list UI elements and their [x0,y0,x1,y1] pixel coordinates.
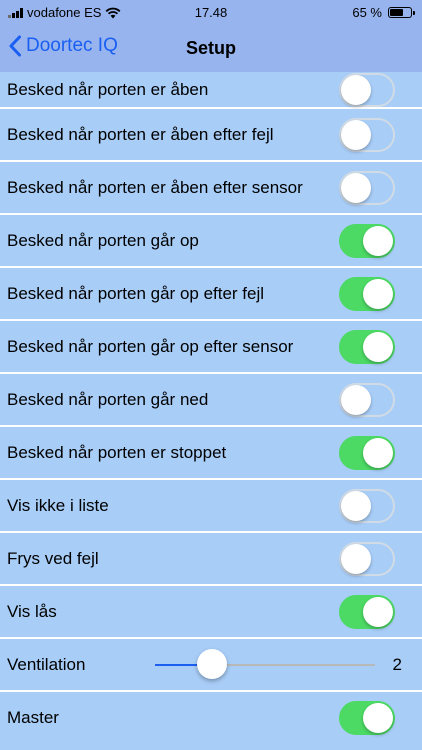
setting-label: Besked når porten er åben efter fejl [7,124,274,144]
setting-toggle[interactable] [339,329,395,364]
navigation-bar: Doortec IQ Setup [0,26,422,72]
setting-row: Frys ved fejl [0,533,422,586]
setting-label: Besked når porten er åben efter sensor [7,177,303,197]
status-bar: vodafone ES 17.48 65 % [0,0,422,26]
setting-toggle[interactable] [339,541,395,576]
setting-toggle[interactable] [339,223,395,258]
battery-icon [388,7,415,18]
toggle-knob [363,596,393,627]
setting-row: Ventilation 2 [0,639,422,692]
setting-toggle[interactable] [339,382,395,417]
setting-label: Besked når porten er åben [7,79,209,99]
setting-toggle[interactable] [339,170,395,205]
page-title: Setup [185,38,236,58]
setting-toggle[interactable] [339,72,395,107]
setting-row: Besked når porten går ned [0,374,422,427]
slider-thumb[interactable] [197,648,228,679]
setting-row: Besked når porten går op efter sensor [0,321,422,374]
toggle-knob [341,119,371,150]
setting-row: Besked når porten er åben efter fejl [0,109,422,162]
setting-row: Besked når porten går op [0,215,422,268]
toggle-knob [341,384,371,415]
battery-percent: 65 % [352,5,382,20]
setting-label: Besked når porten går op [7,230,199,250]
setting-toggle[interactable] [339,276,395,311]
setting-row: Besked når porten er åben [0,72,422,109]
slider-value: 2 [392,654,402,674]
setting-toggle[interactable] [339,435,395,470]
toggle-knob [341,172,371,203]
toggle-knob [341,74,371,105]
setting-label: Ventilation [7,654,86,674]
setting-toggle[interactable] [339,594,395,629]
setting-row: Besked når porten er åben efter sensor [0,162,422,215]
setting-toggle[interactable] [339,488,395,523]
setting-label: Master [7,707,59,727]
setting-row: Besked når porten går op efter fejl [0,268,422,321]
setting-row: Master [0,692,422,743]
settings-list: Besked når porten er åben Besked når port… [0,72,422,743]
toggle-knob [363,437,393,468]
toggle-knob [363,278,393,309]
setting-row: Vis ikke i liste [0,480,422,533]
status-right: 65 % [352,5,415,20]
toggle-knob [363,702,393,733]
setting-label: Besked når porten går op efter fejl [7,283,265,303]
setting-label: Frys ved fejl [7,548,99,568]
setting-row: Vis lås [0,586,422,639]
toggle-knob [363,331,393,362]
setting-label: Besked når porten går ned [7,389,209,409]
setting-label: Vis lås [7,601,57,621]
toggle-knob [363,225,393,256]
ventilation-slider[interactable] [155,648,375,679]
battery-fill [390,9,403,16]
setting-row: Besked når porten er stoppet [0,427,422,480]
setting-toggle[interactable] [339,117,395,152]
setting-toggle[interactable] [339,700,395,735]
setting-label: Besked når porten er stoppet [7,442,227,462]
toggle-knob [341,543,371,574]
setting-label: Vis ikke i liste [7,495,109,515]
toggle-knob [341,490,371,521]
setting-label: Besked når porten går op efter sensor [7,336,294,356]
